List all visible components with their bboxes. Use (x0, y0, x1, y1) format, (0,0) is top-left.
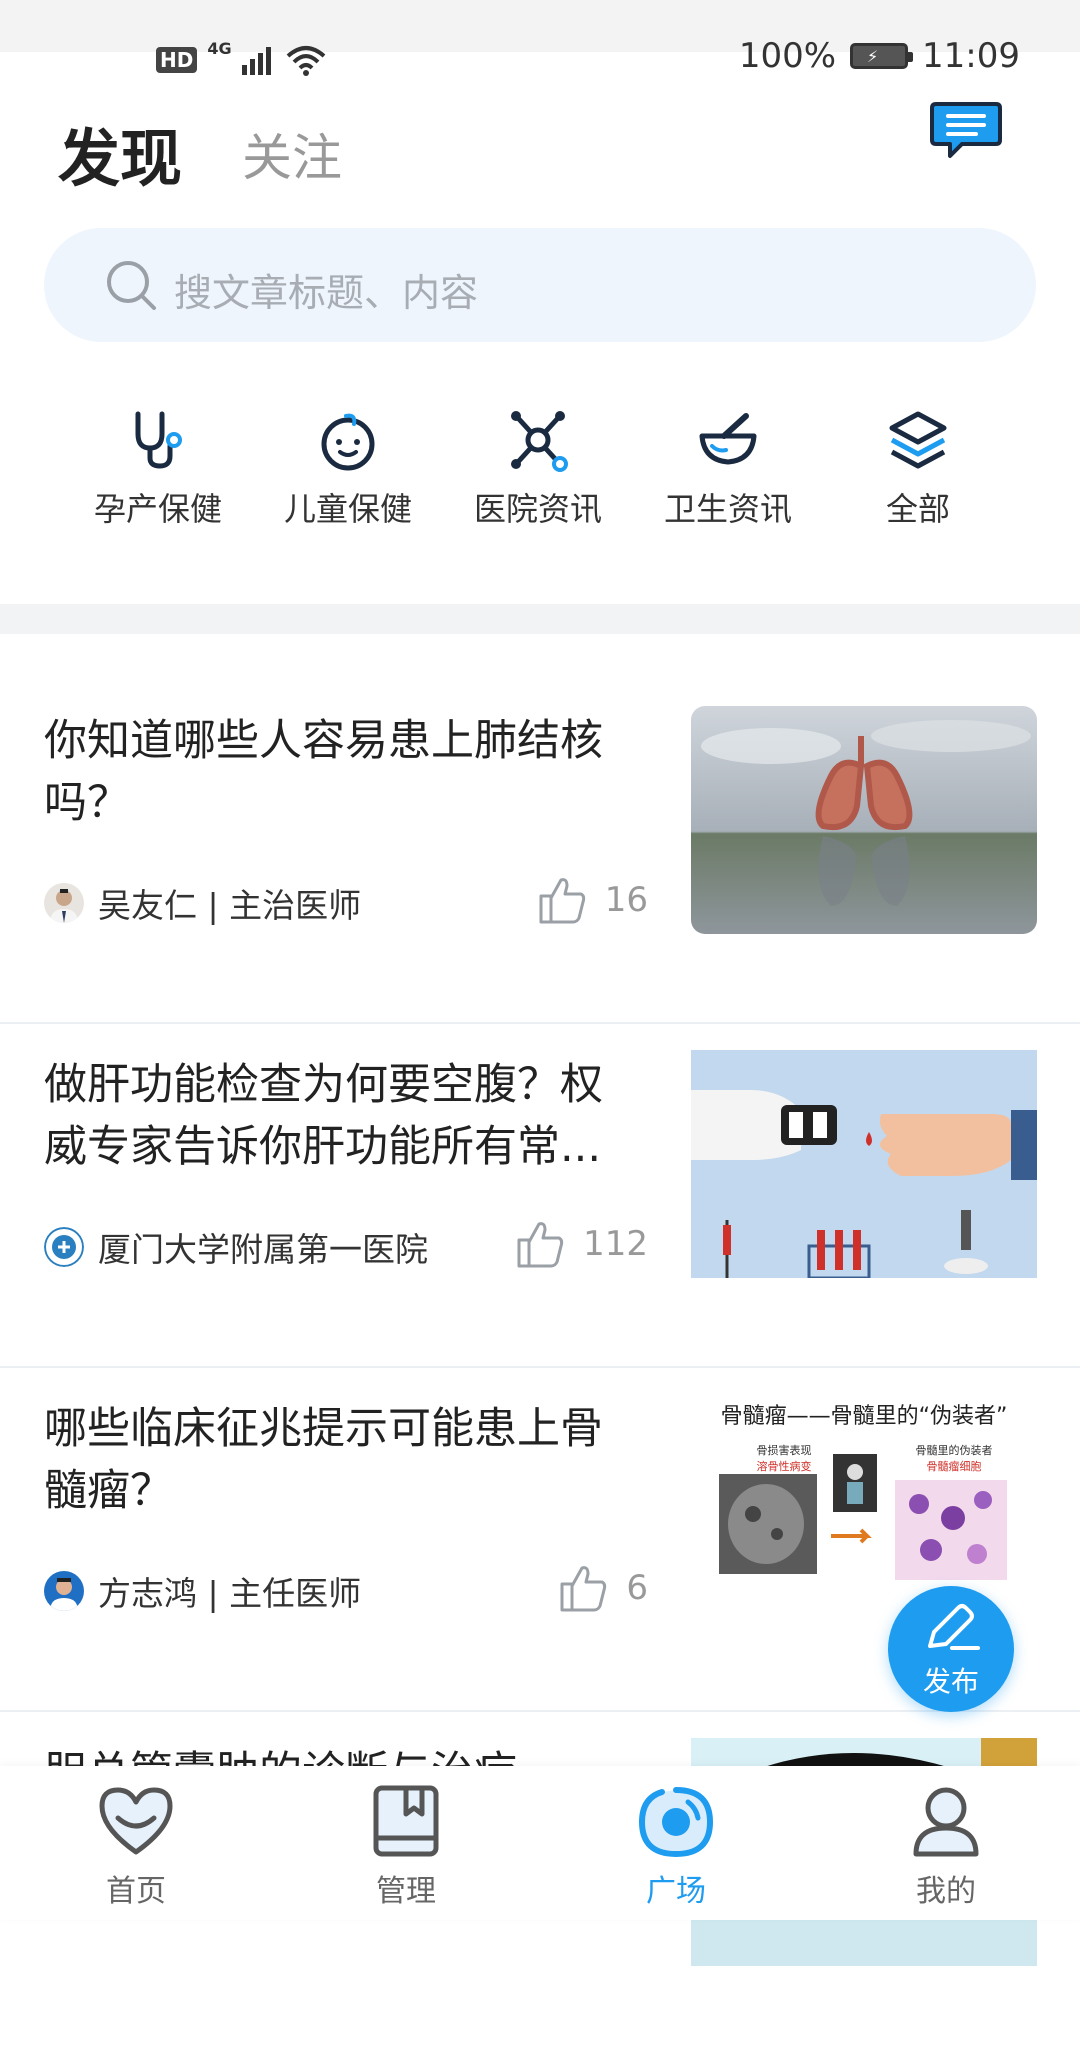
like-button[interactable]: 6 (558, 1564, 648, 1612)
hospital-logo (44, 1227, 84, 1267)
publish-button[interactable]: 发布 (888, 1586, 1014, 1712)
like-count: 112 (583, 1224, 648, 1264)
network-type: 4G (207, 38, 232, 58)
signal-icon (241, 47, 271, 75)
category-label: 儿童保健 (283, 490, 412, 528)
nav-label: 我的 (916, 1874, 976, 1909)
search-bar[interactable]: 搜文章标题、内容 (44, 228, 1036, 342)
article-author: 方志鸿 | 主任医师 (44, 1568, 361, 1614)
book-icon (373, 1785, 439, 1857)
network-nodes-icon (511, 411, 568, 472)
avatar (44, 883, 84, 923)
layers-icon (889, 411, 947, 469)
nav-mine[interactable]: 我的 (866, 1784, 1026, 1910)
article-author: 吴友仁 | 主治医师 (44, 880, 361, 926)
author-name: 厦门大学附属第一医院 (98, 1230, 428, 1269)
like-count: 16 (604, 880, 648, 920)
publish-label: 发布 (922, 1665, 979, 1698)
article-thumbnail: 骨髓瘤——骨髓里的“伪装者” 骨损害表现 溶骨性病变 骨髓里的伪装者 骨髓瘤细胞 (691, 1394, 1037, 1622)
nav-label: 广场 (646, 1874, 706, 1909)
like-count: 6 (626, 1568, 648, 1608)
article-thumbnail (691, 706, 1037, 934)
tab-follow[interactable]: 关注 (242, 118, 342, 190)
message-button[interactable] (928, 100, 1004, 164)
avatar (44, 1571, 84, 1611)
article-title: 做肝功能检查为何要空腹？权威专家告诉你肝功能所有常... (44, 1060, 603, 1172)
article-author: 厦门大学附属第一医院 (44, 1224, 428, 1270)
article-title: 你知道哪些人容易患上肺结核吗？ (44, 716, 603, 828)
like-button[interactable]: 112 (515, 1220, 648, 1268)
battery-icon: ⚡ (850, 43, 914, 69)
nav-manage[interactable]: 管理 (326, 1784, 486, 1910)
nav-label: 首页 (106, 1874, 166, 1909)
author-name: 方志鸿 | 主任医师 (98, 1574, 362, 1613)
nav-plaza[interactable]: 广场 (596, 1784, 756, 1910)
category-label: 孕产保健 (93, 490, 222, 528)
mortar-pestle-icon (699, 413, 757, 465)
category-label: 医院资讯 (473, 490, 602, 528)
status-left: HD 4G (156, 38, 326, 80)
article-title: 哪些临床征兆提示可能患上骨髓瘤？ (44, 1404, 603, 1516)
hd-badge: HD (156, 47, 198, 73)
status-right: 100% ⚡ 11:09 (739, 36, 1020, 76)
status-bar: HD 4G 100% ⚡ 11:09 (0, 0, 1080, 110)
thumbs-up-icon (560, 1566, 607, 1612)
heart-icon (99, 1787, 173, 1855)
category-health-news[interactable]: 卫生资讯 (638, 408, 818, 530)
author-name: 吴友仁 | 主治医师 (98, 886, 362, 925)
section-divider (0, 604, 1080, 634)
like-button[interactable]: 16 (537, 876, 648, 924)
pen-icon (928, 1604, 980, 1650)
stethoscope-icon (135, 411, 182, 469)
thumbs-up-icon (539, 878, 585, 924)
category-label: 全部 (885, 490, 950, 528)
article-thumbnail (691, 1050, 1037, 1278)
bottom-nav: 首页 管理 广场 我的 (0, 1766, 1080, 1920)
search-icon (107, 261, 156, 310)
category-label: 卫生资讯 (663, 490, 792, 528)
category-all[interactable]: 全部 (828, 408, 1008, 530)
category-maternal-care[interactable]: 孕产保健 (68, 408, 248, 530)
article-item[interactable]: 做肝功能检查为何要空腹？权威专家告诉你肝功能所有常... 厦门大学附属第一医院 … (0, 1024, 1080, 1368)
plaza-icon (638, 1787, 714, 1858)
nav-label: 管理 (376, 1874, 436, 1909)
article-item[interactable]: 你知道哪些人容易患上肺结核吗？ 吴友仁 | 主治医师 16 (0, 680, 1080, 1024)
category-hospital-news[interactable]: 医院资讯 (448, 408, 628, 530)
battery-percent: 100% (738, 36, 837, 76)
search-placeholder: 搜文章标题、内容 (174, 271, 479, 315)
wifi-icon (286, 46, 325, 76)
category-child-care[interactable]: 儿童保健 (258, 408, 438, 530)
clock: 11:09 (922, 36, 1020, 76)
message-icon (930, 102, 1002, 158)
thumbs-up-icon (517, 1222, 564, 1268)
baby-face-icon (321, 413, 375, 471)
tab-discover[interactable]: 发现 (58, 108, 182, 198)
user-icon (913, 1787, 979, 1857)
nav-home[interactable]: 首页 (56, 1784, 216, 1910)
